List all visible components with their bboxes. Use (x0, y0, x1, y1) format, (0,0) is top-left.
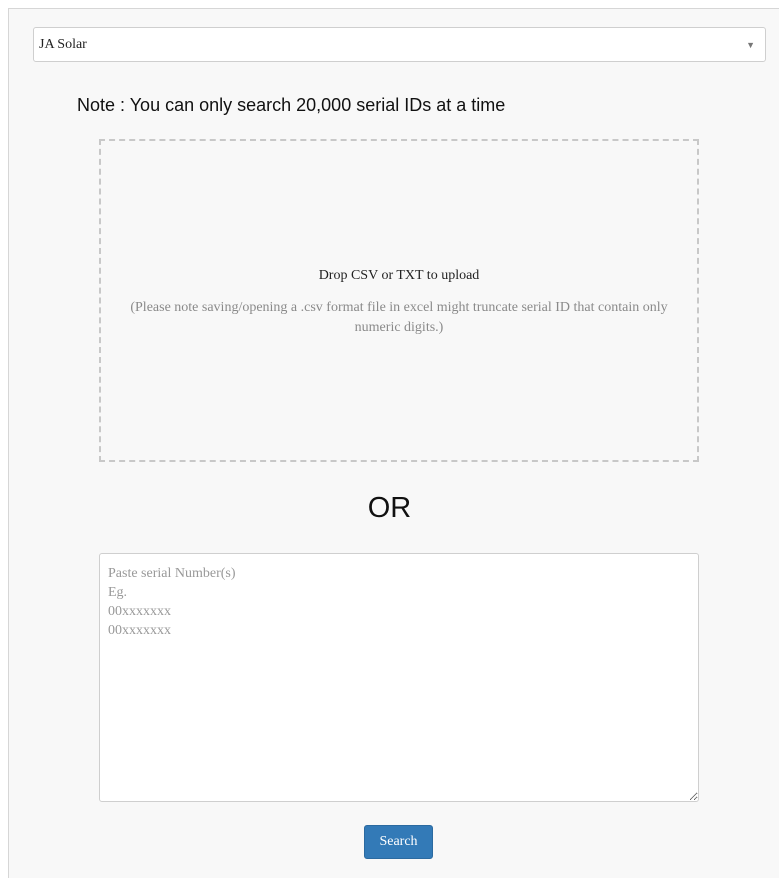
file-dropzone[interactable]: Drop CSV or TXT to upload (Please note s… (99, 139, 699, 462)
dropzone-hint: (Please note saving/opening a .csv forma… (130, 300, 668, 335)
search-button[interactable]: Search (364, 825, 433, 859)
dropzone-title: Drop CSV or TXT to upload (318, 268, 480, 283)
serial-numbers-input[interactable] (99, 553, 699, 802)
chevron-down-icon[interactable]: ▼ (746, 28, 755, 63)
manufacturer-select-value: JA Solar (39, 37, 87, 52)
or-separator: OR (367, 492, 412, 524)
manufacturer-select[interactable]: JA Solar ▼ (33, 27, 766, 62)
search-limit-note: Note : You can only search 20,000 serial… (77, 95, 506, 115)
